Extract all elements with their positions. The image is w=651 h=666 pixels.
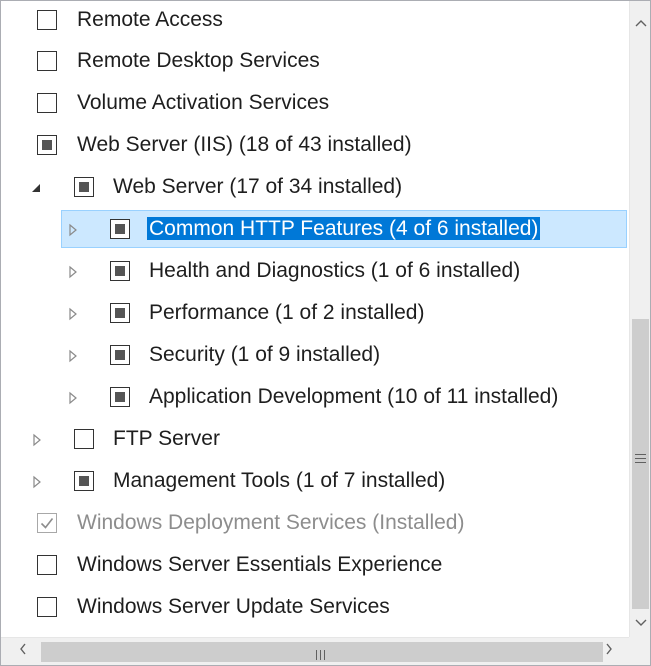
tree-row-label: Health and Diagnostics (1 of 6 installed… xyxy=(149,259,521,282)
tree-row-common-http-features[interactable]: Common HTTP Features (4 of 6 installed) xyxy=(1,209,629,251)
tree-row-label: Windows Deployment Services (Installed) xyxy=(77,511,465,534)
tree-row-web-server[interactable]: Web Server (17 of 34 installed) xyxy=(1,167,629,209)
checkbox-partial[interactable] xyxy=(110,261,130,281)
tree-row-windows-server-essentials-experience[interactable]: Windows Server Essentials Experience xyxy=(1,545,629,587)
roles-tree-view: Remote Access Remote Desktop Services Vo… xyxy=(0,0,651,666)
checkbox[interactable] xyxy=(37,93,57,113)
horizontal-scroll-thumb[interactable] xyxy=(41,642,603,662)
grip-icon xyxy=(316,647,329,660)
scroll-up-chevron-icon[interactable] xyxy=(630,11,650,35)
tree-row-windows-server-update-services[interactable]: Windows Server Update Services xyxy=(1,587,629,629)
checkbox-partial[interactable] xyxy=(110,219,130,239)
collapsed-triangle-icon[interactable] xyxy=(65,262,81,282)
tree-row-management-tools[interactable]: Management Tools (1 of 7 installed) xyxy=(1,461,629,503)
tree-row-ftp-server[interactable]: FTP Server xyxy=(1,419,629,461)
tree-row-security[interactable]: Security (1 of 9 installed) xyxy=(1,335,629,377)
tree-row-volume-activation-services[interactable]: Volume Activation Services xyxy=(1,83,629,125)
checkbox-partial[interactable] xyxy=(37,135,57,155)
tree-row-performance[interactable]: Performance (1 of 2 installed) xyxy=(1,293,629,335)
collapsed-triangle-icon[interactable] xyxy=(29,472,45,492)
tree-row-web-server-iis[interactable]: Web Server (IIS) (18 of 43 installed) xyxy=(1,125,629,167)
tree-row-label: Management Tools (1 of 7 installed) xyxy=(113,469,446,492)
tree-row-label: Web Server (IIS) (18 of 43 installed) xyxy=(77,133,412,156)
tree-row-label: Performance (1 of 2 installed) xyxy=(149,301,425,324)
checkbox-checked-disabled xyxy=(37,513,57,533)
scrollbar-corner xyxy=(629,637,650,665)
checkbox[interactable] xyxy=(74,429,94,449)
tree-row-label: Remote Desktop Services xyxy=(77,49,320,72)
checkbox-partial[interactable] xyxy=(74,177,94,197)
tree-row-label: Remote Access xyxy=(77,8,223,31)
checkbox-partial[interactable] xyxy=(74,471,94,491)
roles-tree: Remote Access Remote Desktop Services Vo… xyxy=(1,1,629,637)
tree-row-remote-desktop-services[interactable]: Remote Desktop Services xyxy=(1,41,629,83)
tree-row-remote-access[interactable]: Remote Access xyxy=(1,1,629,42)
collapsed-triangle-icon[interactable] xyxy=(29,430,45,450)
scroll-left-chevron-icon[interactable] xyxy=(11,638,35,665)
checkbox[interactable] xyxy=(37,555,57,575)
collapsed-triangle-icon[interactable] xyxy=(65,220,81,240)
scroll-right-chevron-icon[interactable] xyxy=(597,638,621,665)
collapsed-triangle-icon[interactable] xyxy=(65,346,81,366)
tree-row-label: Windows Server Update Services xyxy=(77,595,390,618)
tree-row-windows-deployment-services: Windows Deployment Services (Installed) xyxy=(1,503,629,545)
tree-row-label: Web Server (17 of 34 installed) xyxy=(113,175,403,198)
checkbox[interactable] xyxy=(37,51,57,71)
checkbox-partial[interactable] xyxy=(110,303,130,323)
vertical-scrollbar[interactable] xyxy=(629,1,650,637)
vertical-scroll-thumb[interactable] xyxy=(632,319,649,609)
tree-row-label: Windows Server Essentials Experience xyxy=(77,553,443,576)
horizontal-scrollbar[interactable] xyxy=(1,637,629,665)
tree-row-health-and-diagnostics[interactable]: Health and Diagnostics (1 of 6 installed… xyxy=(1,251,629,293)
collapsed-triangle-icon[interactable] xyxy=(65,304,81,324)
tree-row-label: Volume Activation Services xyxy=(77,91,330,114)
checkbox-partial[interactable] xyxy=(110,345,130,365)
scroll-down-chevron-icon[interactable] xyxy=(630,611,650,635)
checkbox[interactable] xyxy=(37,597,57,617)
tree-row-label: Security (1 of 9 installed) xyxy=(149,343,381,366)
expanded-triangle-icon[interactable] xyxy=(29,178,45,198)
tree-row-application-development[interactable]: Application Development (10 of 11 instal… xyxy=(1,377,629,419)
selected-label-highlight: Common HTTP Features (4 of 6 installed) xyxy=(147,217,541,240)
checkbox-partial[interactable] xyxy=(110,387,130,407)
tree-row-label: Common HTTP Features (4 of 6 installed) xyxy=(147,209,541,251)
tree-row-label: Application Development (10 of 11 instal… xyxy=(149,385,559,408)
checkbox[interactable] xyxy=(37,10,57,30)
tree-row-label: FTP Server xyxy=(113,427,220,450)
collapsed-triangle-icon[interactable] xyxy=(65,388,81,408)
grip-icon xyxy=(635,454,646,463)
